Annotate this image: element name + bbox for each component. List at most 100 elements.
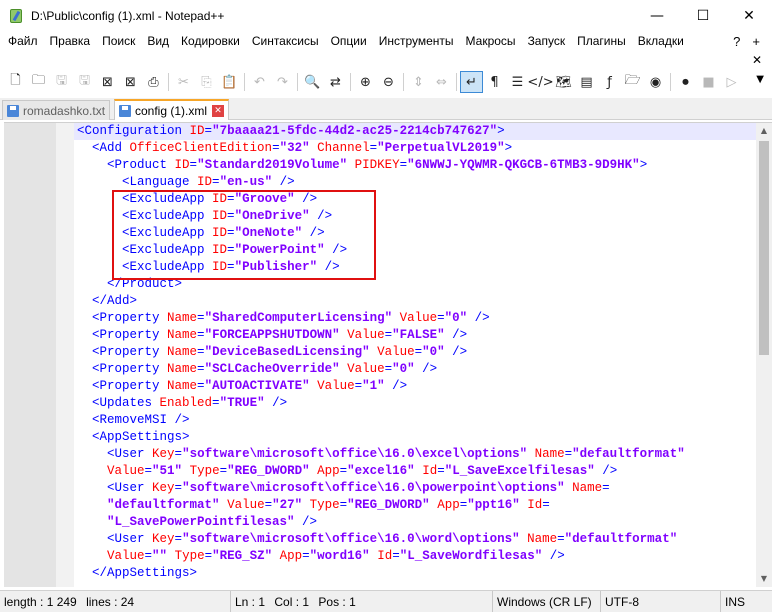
code-line[interactable]: 19 <AppSettings>: [74, 429, 756, 446]
scroll-down-icon[interactable]: ▼: [756, 571, 772, 587]
menu-macro[interactable]: Макросы: [460, 31, 522, 52]
code-line[interactable]: Value="" Type="REG_SZ" App="word16" Id="…: [74, 548, 756, 565]
sync-h-icon[interactable]: ⇔: [430, 71, 453, 93]
zoom-in-icon[interactable]: ⊕: [354, 71, 377, 93]
close-document-icon[interactable]: ✕: [748, 52, 766, 68]
save-icon[interactable]: 🖫: [50, 71, 73, 93]
monitoring-icon[interactable]: ◉: [644, 71, 667, 93]
zoom-out-icon[interactable]: ⊖: [377, 71, 400, 93]
code-token: "word16": [309, 549, 370, 563]
menu-language[interactable]: Синтаксисы: [246, 31, 325, 52]
menu-view[interactable]: Вид: [141, 31, 175, 52]
minimize-button[interactable]: —: [634, 0, 680, 31]
code-line[interactable]: "L_SavePowerPointfilesas" />: [74, 514, 756, 531]
code-line[interactable]: 15 <Property Name="SCLCacheOverride" Val…: [74, 361, 756, 378]
status-eol[interactable]: Windows (CR LF): [492, 591, 592, 612]
status-insert-mode[interactable]: INS: [720, 591, 745, 612]
code-token: Value: [347, 362, 385, 376]
stop-macro-icon[interactable]: ■: [697, 71, 720, 93]
tab-close-icon[interactable]: ✕: [212, 104, 225, 117]
code-line[interactable]: Value="51" Type="REG_DWORD" App="excel16…: [74, 463, 756, 480]
code-line[interactable]: 23 </AppSettings>: [74, 565, 756, 582]
folder-workspace-icon[interactable]: 🗁: [621, 71, 644, 93]
tab-config-xml[interactable]: config (1).xml ✕: [114, 99, 230, 120]
code-token: "1": [362, 379, 385, 393]
sync-v-icon[interactable]: ⇕: [407, 71, 430, 93]
indent-guide-icon[interactable]: ☰: [506, 71, 529, 93]
code-line[interactable]: 11 </Add>: [74, 293, 756, 310]
record-macro-icon[interactable]: ⏺: [674, 71, 697, 93]
play-macro-icon[interactable]: ▷: [720, 71, 743, 93]
code-text: <Language ID="en-us" />: [77, 174, 295, 191]
find-icon[interactable]: 🔍: [301, 71, 324, 93]
code-line[interactable]: 13 <Property Name="FORCEAPPSHUTDOWN" Val…: [74, 327, 756, 344]
doc-map-icon[interactable]: 🗺: [552, 71, 575, 93]
replace-icon[interactable]: ⇄: [324, 71, 347, 93]
menu-help[interactable]: ?: [727, 31, 746, 52]
code-token: />: [414, 362, 438, 376]
code-line[interactable]: 18 <RemoveMSI />: [74, 412, 756, 429]
menu-edit[interactable]: Правка: [44, 31, 97, 52]
tab-romadashko[interactable]: romadashko.txt: [2, 100, 111, 120]
code-line[interactable]: 12 <Property Name="SharedComputerLicensi…: [74, 310, 756, 327]
paste-icon[interactable]: 📋: [218, 71, 241, 93]
code-line[interactable]: 3 <Product ID="Standard2019Volume" PIDKE…: [74, 157, 756, 174]
code-token: </Add>: [92, 294, 138, 308]
scroll-up-icon[interactable]: ▲: [756, 123, 772, 139]
udl-icon[interactable]: </>: [527, 71, 553, 93]
close-icon[interactable]: ⊠: [96, 71, 119, 93]
doc-list-icon[interactable]: ▤: [575, 71, 598, 93]
code-line[interactable]: "defaultformat" Value="27" Type="REG_DWO…: [74, 497, 756, 514]
code-token: =: [144, 549, 153, 563]
code-line[interactable]: 22 <User Key="software\microsoft\office\…: [74, 531, 756, 548]
scroll-thumb[interactable]: [759, 141, 769, 355]
save-all-icon[interactable]: 🖫: [73, 71, 96, 93]
redo-icon[interactable]: ↷: [271, 71, 294, 93]
word-wrap-icon[interactable]: ↵: [460, 71, 483, 93]
code-text: <Property Name="SCLCacheOverride" Value=…: [77, 361, 437, 378]
new-tab-plus-icon[interactable]: +: [746, 31, 766, 52]
code-line[interactable]: 2 <Add OfficeClientEdition="32" Channel=…: [74, 140, 756, 157]
code-line[interactable]: 16 <Property Name="AUTOACTIVATE" Value="…: [74, 378, 756, 395]
code-line[interactable]: 4 <Language ID="en-us" />: [74, 174, 756, 191]
code-line[interactable]: 20 <User Key="software\microsoft\office\…: [74, 446, 756, 463]
show-all-chars-icon[interactable]: ¶: [483, 71, 506, 93]
status-encoding[interactable]: UTF-8: [600, 591, 639, 612]
menu-search[interactable]: Поиск: [96, 31, 141, 52]
code-text: <Property Name="FORCEAPPSHUTDOWN" Value=…: [77, 327, 467, 344]
new-file-icon[interactable]: 🗋: [4, 71, 27, 93]
function-list-icon[interactable]: ƒ: [598, 71, 621, 93]
code-line[interactable]: 17 <Updates Enabled="TRUE" />: [74, 395, 756, 412]
code-token: />: [272, 175, 295, 189]
menu-tools[interactable]: Инструменты: [373, 31, 460, 52]
menu-run[interactable]: Запуск: [522, 31, 572, 52]
menu-file[interactable]: Файл: [0, 31, 44, 52]
print-icon[interactable]: ⎙: [142, 71, 165, 93]
maximize-button[interactable]: ☐: [680, 0, 726, 31]
code-text: <RemoveMSI />: [77, 412, 190, 429]
cut-icon[interactable]: ✂: [172, 71, 195, 93]
menu-plugins[interactable]: Плагины: [571, 31, 632, 52]
code-token: <Property: [92, 311, 168, 325]
toolbar-separator: [168, 73, 169, 91]
code-line[interactable]: 14 <Property Name="DeviceBasedLicensing"…: [74, 344, 756, 361]
close-window-button[interactable]: ✕: [726, 0, 772, 31]
code-text: <Property Name="DeviceBasedLicensing" Va…: [77, 344, 467, 361]
menu-encoding[interactable]: Кодировки: [175, 31, 246, 52]
code-line[interactable]: 21 <User Key="software\microsoft\office\…: [74, 480, 756, 497]
vertical-scrollbar[interactable]: ▲ ▼: [756, 123, 772, 587]
close-all-icon[interactable]: ⊠: [119, 71, 142, 93]
code-token: />: [594, 464, 618, 478]
menu-window[interactable]: Вкладки: [632, 31, 690, 52]
menu-settings[interactable]: Опции: [325, 31, 373, 52]
code-token: "51": [152, 464, 183, 478]
code-line[interactable]: 1<Configuration ID="7baaaa21-5fdc-44d2-a…: [74, 123, 756, 140]
undo-icon[interactable]: ↶: [248, 71, 271, 93]
open-file-icon[interactable]: 🗀: [27, 71, 50, 93]
copy-icon[interactable]: ⎘: [195, 71, 218, 93]
toolbar-overflow-icon[interactable]: ▼: [756, 74, 764, 85]
